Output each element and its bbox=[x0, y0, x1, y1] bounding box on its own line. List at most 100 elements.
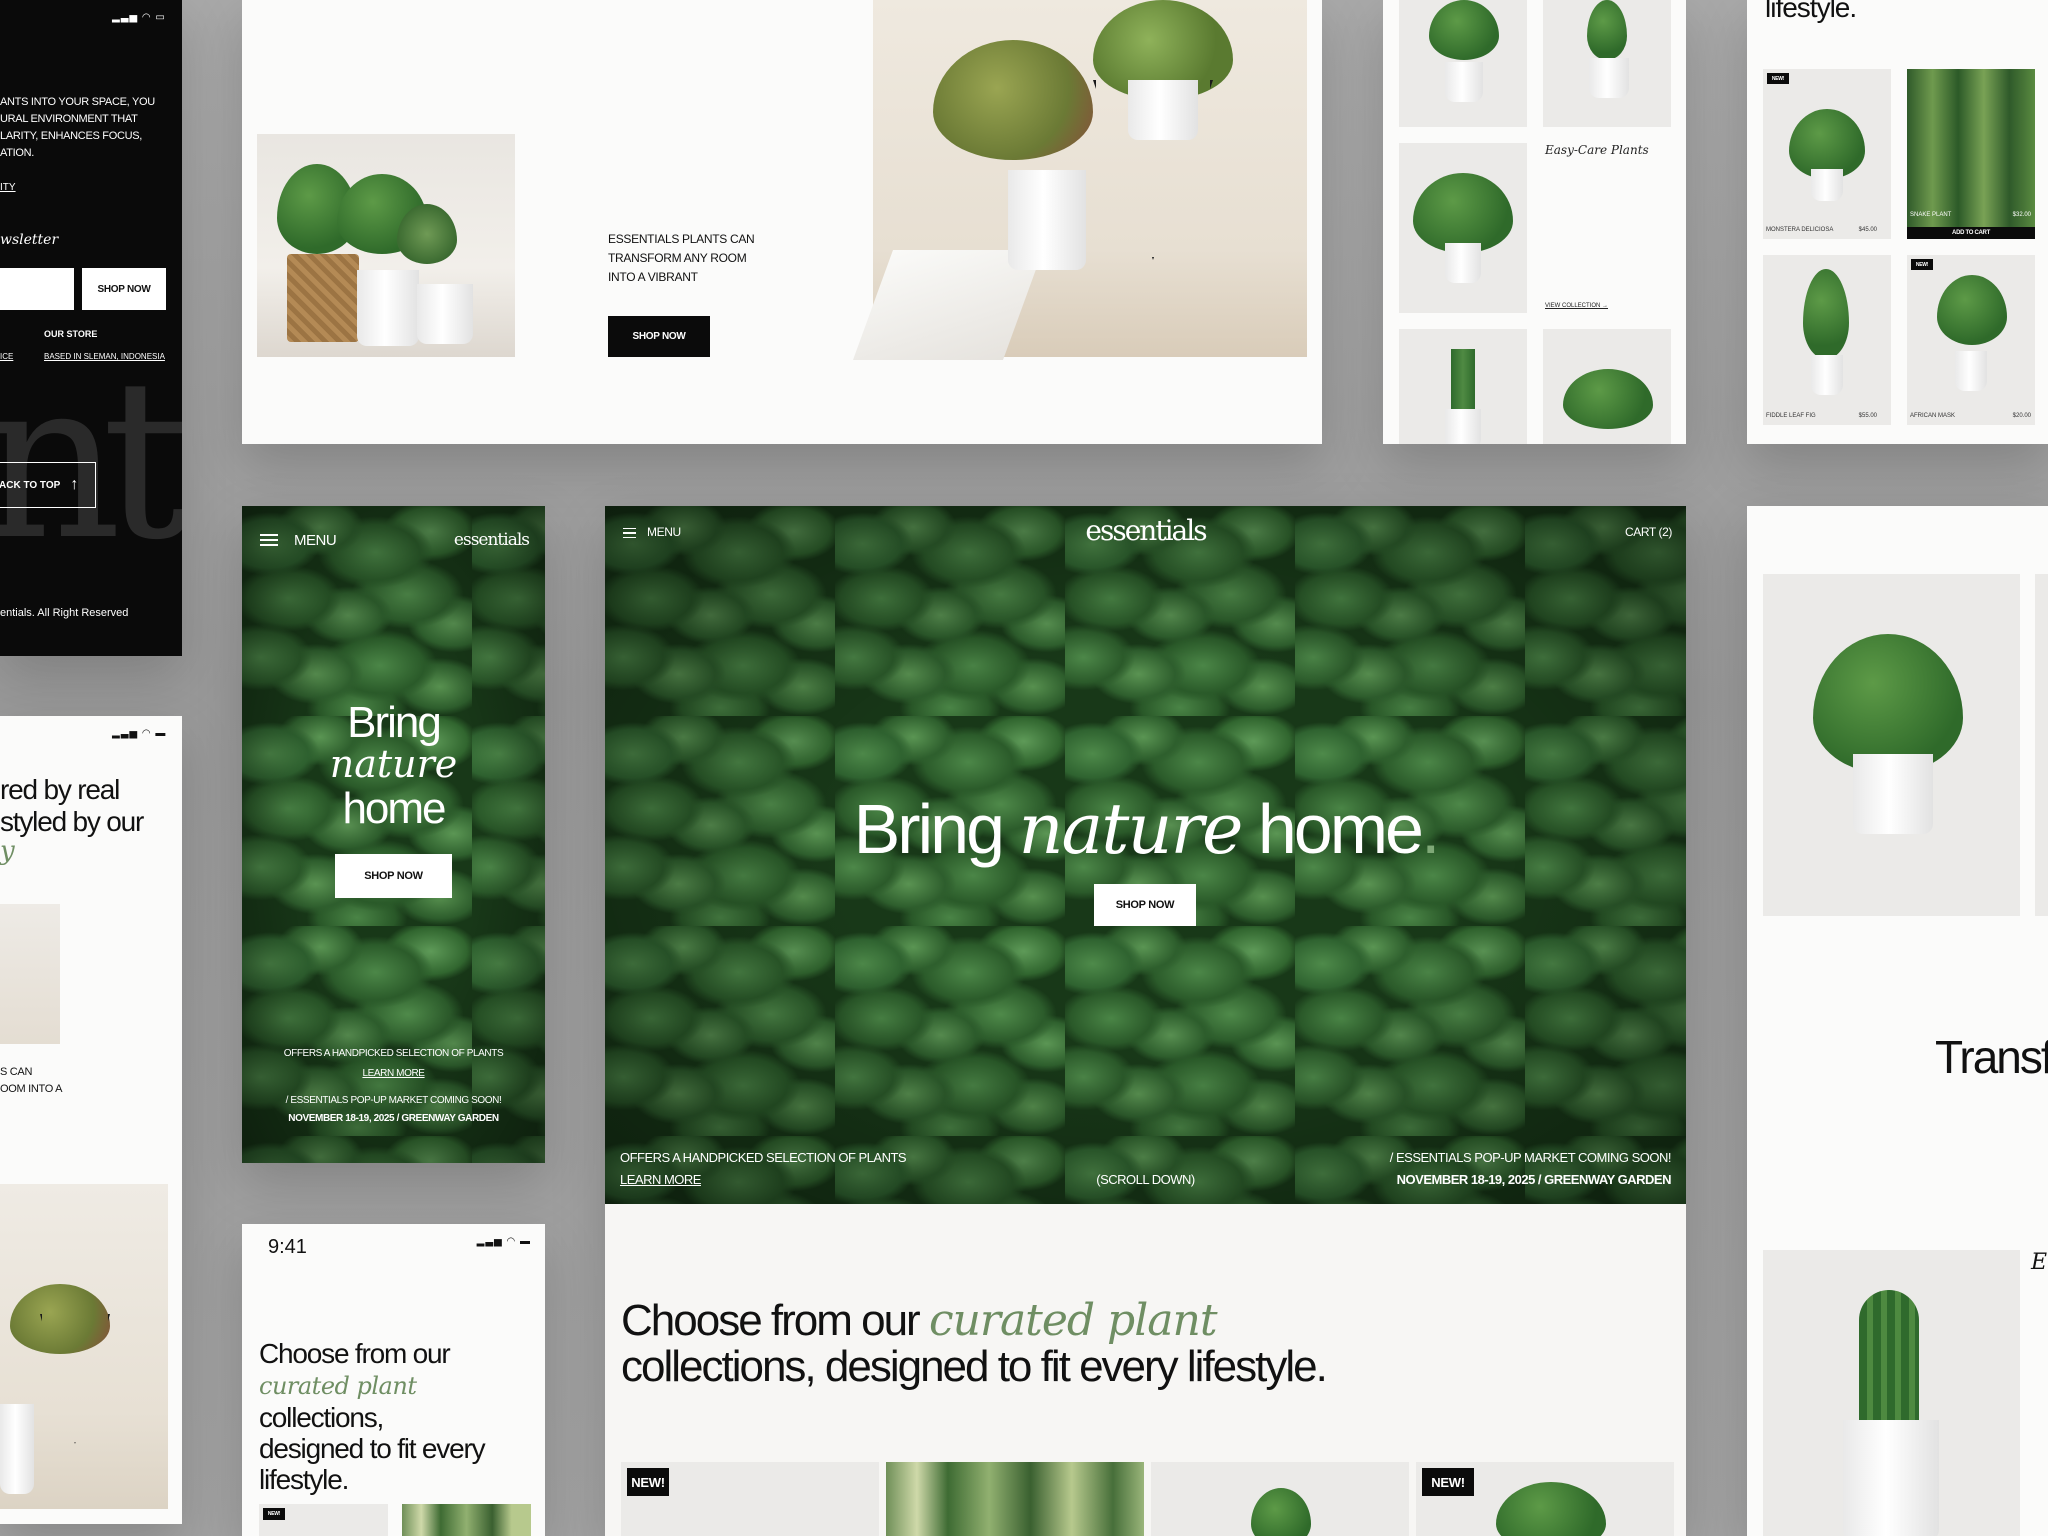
right-card-heading: Transf bbox=[1935, 1031, 2048, 1083]
desktop-hero-offer: OFFERS A HANDPICKED SELECTION OF PLANTS bbox=[620, 1150, 907, 1165]
plant-tile-pothos[interactable] bbox=[1543, 329, 1671, 444]
status-time: 9:41 bbox=[268, 1236, 307, 1258]
plant-tile-monstera[interactable] bbox=[1399, 143, 1527, 313]
top-card-description: ESSENTIALS PLANTS CAN TRANSFORM ANY ROOM… bbox=[608, 232, 755, 284]
new-badge: NEW! bbox=[627, 1468, 669, 1496]
mobile-logo[interactable]: essentials bbox=[454, 530, 530, 550]
mobile-collections-heading: Choose from our curated plant collection… bbox=[259, 1338, 545, 1495]
top-feature-card: ESSENTIALS PLANTS CAN TRANSFORM ANY ROOM… bbox=[242, 0, 1322, 444]
product-price: $32.00 bbox=[2012, 212, 2031, 218]
top-card-shop-button[interactable]: SHOP NOW bbox=[608, 316, 710, 357]
product-name: AFRICAN MASK bbox=[1910, 413, 1956, 419]
desktop-popup-text: / ESSENTIALS POP-UP MARKET COMING SOON! bbox=[1389, 1150, 1672, 1165]
hamburger-menu-icon[interactable] bbox=[260, 534, 278, 546]
mobile-collections-card: 9:41 ▂▃▅ ◠ ▬ Choose from our curated pla… bbox=[242, 1224, 545, 1536]
desktop-hero-title: Bring nature home. bbox=[605, 788, 1686, 870]
testimonial-text: S CAN OOM INTO A bbox=[0, 1066, 63, 1095]
product-card-monstera[interactable]: NEW! MONSTERA DELICIOSA $45.00 bbox=[1763, 69, 1891, 239]
peace-lily-tile-edge[interactable] bbox=[2035, 574, 2048, 916]
succulent-stand-image bbox=[852, 0, 1307, 360]
cart-link[interactable]: CART (2) bbox=[1625, 525, 1672, 539]
product-name: MONSTERA DELICIOSA bbox=[1766, 227, 1834, 233]
sansevieria-tile[interactable] bbox=[1763, 1250, 2020, 1536]
peace-lily-tile[interactable] bbox=[1763, 574, 2020, 916]
new-badge: NEW! bbox=[1422, 1468, 1474, 1496]
testimonial-image bbox=[0, 904, 60, 1044]
product-price: $55.00 bbox=[1858, 413, 1877, 419]
status-icons: ▂▃▅ ◠ ▭ bbox=[112, 12, 166, 23]
footer-link-fragment[interactable]: ITY bbox=[0, 182, 16, 193]
product-card-snake-plant[interactable]: SNAKE PLANT $32.00 ADD TO CART bbox=[1907, 69, 2035, 239]
right-collection-card: Transf E bbox=[1747, 506, 2048, 1536]
desktop-hero-shop-button[interactable]: SHOP NOW bbox=[1094, 884, 1196, 926]
collections-heading-curated: curated plant bbox=[928, 1295, 1218, 1346]
mobile-learn-more-link[interactable]: LEARN MORE bbox=[242, 1068, 545, 1079]
desktop-logo[interactable]: essentials bbox=[605, 514, 1686, 547]
mc-line3: designed to fit every bbox=[259, 1433, 486, 1464]
collection-tile-1[interactable]: NEW! bbox=[621, 1462, 879, 1536]
newsletter-email-input[interactable] bbox=[0, 268, 74, 310]
back-to-top-label: ACK TO TOP bbox=[0, 479, 61, 491]
product-grid-heading: lifestyle. bbox=[1765, 0, 1857, 23]
product-name: FIDDLE LEAF FIG bbox=[1766, 413, 1816, 419]
hero-title-dot: . bbox=[1420, 790, 1441, 868]
mobile-event-date: NOVEMBER 18-19, 2025 / GREENWAY GARDEN bbox=[288, 1113, 499, 1124]
mc-curated: curated plant bbox=[259, 1372, 417, 1400]
collection-tile-4[interactable]: NEW! bbox=[1416, 1462, 1674, 1536]
desktop-event-date: NOVEMBER 18-19, 2025 / GREENWAY GARDEN bbox=[1396, 1172, 1672, 1187]
mobile-collection-tile-1[interactable]: NEW! bbox=[259, 1504, 388, 1536]
copyright-text: entials. All Right Reserved bbox=[0, 607, 129, 619]
product-card-african-mask[interactable]: NEW! AFRICAN MASK $20.00 bbox=[1907, 255, 2035, 425]
collection-tile-3[interactable] bbox=[1151, 1462, 1409, 1536]
testimonial-line3: y bbox=[0, 836, 15, 866]
testimonial-line2: styled by our bbox=[0, 806, 144, 837]
mobile-hero-offer: OFFERS A HANDPICKED SELECTION OF PLANTS bbox=[283, 1048, 504, 1059]
new-badge: NEW! bbox=[263, 1508, 285, 1520]
plant-tile-peace-lily[interactable] bbox=[1399, 0, 1527, 127]
mc-line1: Choose from our bbox=[259, 1338, 451, 1369]
hero-title-a: Bring bbox=[853, 790, 1019, 868]
new-badge: NEW! bbox=[1911, 259, 1933, 270]
collection-card: Easy-Care Plants VIEW COLLECTION → bbox=[1383, 0, 1686, 444]
testimonial-plant-image bbox=[0, 1184, 168, 1509]
new-badge: NEW! bbox=[1767, 73, 1789, 84]
product-card-fiddle-leaf[interactable]: FIDDLE LEAF FIG $55.00 bbox=[1763, 255, 1891, 425]
mobile-hero-line2: nature bbox=[329, 742, 458, 786]
collections-heading: Choose from our curated plant collection… bbox=[621, 1295, 1328, 1390]
hero-title-nature: nature bbox=[1018, 788, 1243, 870]
desktop-page-card: MENU essentials CART (2) Bring nature ho… bbox=[605, 506, 1686, 1536]
footer-about-text: ANTS INTO YOUR SPACE, YOU URAL ENVIRONME… bbox=[0, 96, 155, 159]
mobile-menu-label[interactable]: MENU bbox=[294, 532, 337, 549]
newsletter-label: wsletter bbox=[0, 232, 59, 248]
mobile-footer-card: ▂▃▅ ◠ ▭ ANTS INTO YOUR SPACE, YOU URAL E… bbox=[0, 0, 182, 656]
mobile-collection-tile-2[interactable] bbox=[402, 1504, 531, 1536]
mobile-hero-shop-button[interactable]: SHOP NOW bbox=[335, 854, 452, 898]
collections-heading-a: Choose from our bbox=[621, 1296, 929, 1345]
product-grid-card: lifestyle. NEW! MONSTERA DELICIOSA $45.0… bbox=[1747, 0, 2048, 444]
mobile-hero-line1: Bring bbox=[347, 698, 442, 747]
newsletter-shop-button[interactable]: SHOP NOW bbox=[82, 268, 166, 310]
collection-tile-2[interactable] bbox=[886, 1462, 1144, 1536]
product-name: SNAKE PLANT bbox=[1910, 212, 1952, 218]
back-to-top-button[interactable]: ACK TO TOP ↑ bbox=[0, 462, 96, 508]
plant-tile-sansevieria[interactable] bbox=[1399, 329, 1527, 444]
product-price: $20.00 bbox=[2012, 413, 2031, 419]
mobile-testimonial-card: ▂▃▅ ◠ ▬ red by real styled by our y S CA… bbox=[0, 716, 182, 1524]
plant-tile-snake[interactable] bbox=[1543, 0, 1671, 127]
mobile-hero-card: MENU essentials Bring nature home SHOP N… bbox=[242, 506, 545, 1163]
desktop-hero: MENU essentials CART (2) Bring nature ho… bbox=[605, 506, 1686, 1204]
right-card-italic-fragment: E bbox=[2031, 1250, 2048, 1275]
testimonial-line1: red by real bbox=[0, 774, 120, 805]
product-price: $45.00 bbox=[1858, 227, 1877, 233]
arrow-up-icon: ↑ bbox=[70, 476, 79, 493]
collection-heading: Easy-Care Plants bbox=[1545, 143, 1649, 157]
view-collection-link[interactable]: VIEW COLLECTION → bbox=[1545, 303, 1608, 309]
hero-title-c: home bbox=[1241, 790, 1424, 868]
mobile-popup-text: / ESSENTIALS POP-UP MARKET COMING SOON! bbox=[285, 1095, 502, 1106]
mobile-hero-line3: home bbox=[342, 784, 446, 833]
status-icons: ▂▃▅ ◠ ▬ bbox=[476, 1236, 531, 1247]
mc-line2-rest: collections, bbox=[259, 1402, 384, 1433]
status-icons: ▂▃▅ ◠ ▬ bbox=[112, 728, 167, 739]
add-to-cart-button[interactable]: ADD TO CART bbox=[1907, 227, 2035, 239]
mc-line4: lifestyle. bbox=[259, 1464, 349, 1495]
